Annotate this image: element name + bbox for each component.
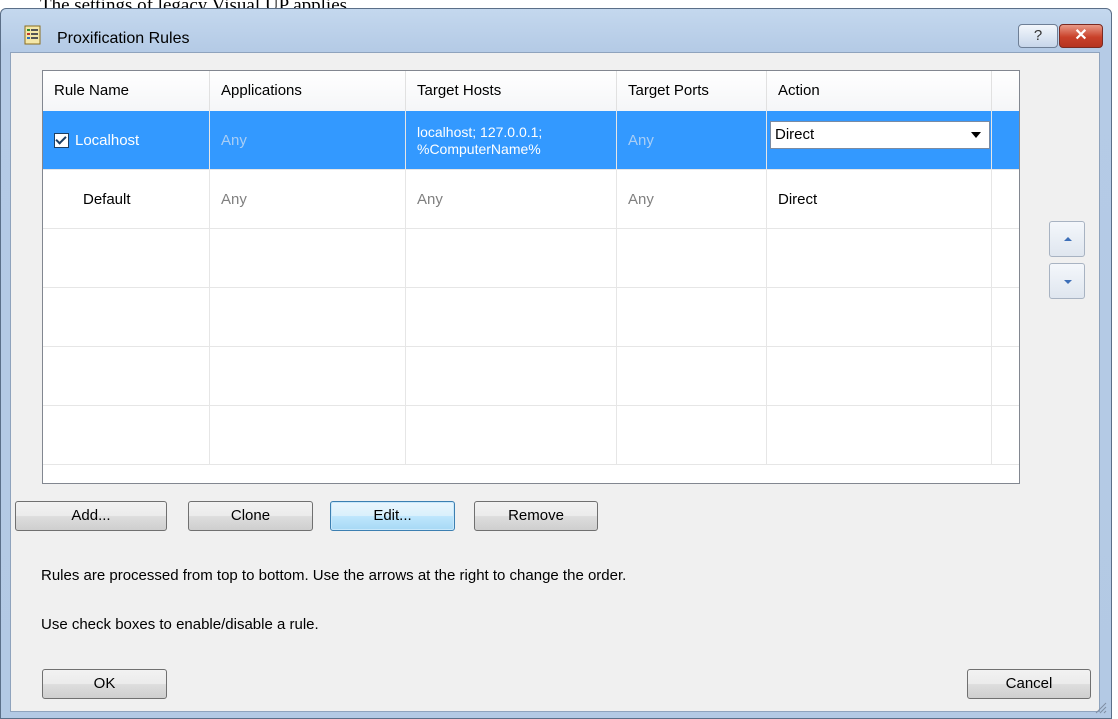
rules-table: Rule Name Applications Target Hosts Targ… — [42, 70, 1020, 484]
empty-cell — [406, 229, 617, 288]
table-header: Rule Name Applications Target Hosts Targ… — [43, 71, 1019, 112]
empty-row — [43, 406, 1019, 465]
empty-cell — [43, 229, 210, 288]
ok-button[interactable]: OK — [42, 669, 167, 699]
empty-cell — [406, 288, 617, 347]
empty-cell — [617, 347, 767, 406]
empty-cell — [617, 406, 767, 465]
empty-cell — [43, 288, 210, 347]
empty-cell — [210, 288, 406, 347]
empty-cell — [767, 347, 992, 406]
empty-cell — [406, 347, 617, 406]
target-ports-cell: Any — [617, 111, 767, 170]
window-title: Proxification Rules — [57, 30, 190, 47]
rules-list-icon — [24, 25, 41, 45]
edit-button[interactable]: Edit... — [330, 501, 455, 531]
help-button[interactable]: ? — [1018, 24, 1058, 48]
arrow-down-icon — [1064, 280, 1072, 284]
empty-row — [43, 347, 1019, 406]
cancel-button[interactable]: Cancel — [967, 669, 1091, 699]
empty-row — [43, 229, 1019, 288]
table-row[interactable]: Default Any Any Any Direct — [43, 170, 1019, 229]
action-dropdown-value: Direct — [775, 126, 815, 143]
rule-name-cell: Localhost — [43, 111, 210, 170]
empty-cell — [617, 288, 767, 347]
rule-name: Default — [43, 170, 210, 229]
action-cell: Direct — [767, 170, 992, 229]
applications-cell: Any — [210, 111, 406, 170]
rule-enabled-checkbox[interactable] — [54, 133, 69, 148]
applications-cell: Any — [210, 170, 406, 229]
empty-cell — [210, 406, 406, 465]
move-up-button[interactable] — [1049, 221, 1085, 257]
column-applications[interactable]: Applications — [210, 71, 406, 111]
empty-cell — [767, 406, 992, 465]
empty-cell — [767, 288, 992, 347]
empty-cell — [617, 229, 767, 288]
empty-cell — [210, 347, 406, 406]
empty-cell — [767, 229, 992, 288]
action-dropdown[interactable]: Direct — [770, 121, 990, 149]
table-row[interactable]: Localhost Any localhost; 127.0.0.1; %Com… — [43, 111, 1019, 170]
dialog-body: Rule Name Applications Target Hosts Targ… — [10, 52, 1100, 712]
move-down-button[interactable] — [1049, 263, 1085, 299]
target-hosts-cell: localhost; 127.0.0.1; %ComputerName% — [406, 111, 617, 170]
chevron-down-icon — [971, 132, 981, 138]
column-target-ports[interactable]: Target Ports — [617, 71, 767, 111]
target-ports-cell: Any — [617, 170, 767, 229]
info-order-text: Rules are processed from top to bottom. … — [41, 567, 627, 584]
empty-cell — [43, 406, 210, 465]
proxification-rules-window: Proxification Rules ? ✕ Rule Name Applic… — [0, 8, 1112, 719]
remove-button[interactable]: Remove — [474, 501, 598, 531]
add-button[interactable]: Add... — [15, 501, 167, 531]
target-hosts-line: %ComputerName% — [417, 140, 541, 157]
arrow-up-icon — [1064, 237, 1072, 241]
column-target-hosts[interactable]: Target Hosts — [406, 71, 617, 111]
clone-button[interactable]: Clone — [188, 501, 313, 531]
close-button[interactable]: ✕ — [1059, 24, 1103, 48]
target-hosts-cell: Any — [406, 170, 617, 229]
rule-name: Localhost — [75, 132, 140, 149]
column-action[interactable]: Action — [767, 71, 992, 111]
empty-cell — [406, 406, 617, 465]
empty-row — [43, 288, 1019, 347]
info-checkbox-text: Use check boxes to enable/disable a rule… — [41, 616, 319, 633]
target-hosts-line: localhost; 127.0.0.1; — [417, 123, 543, 140]
resize-grip-icon[interactable] — [1095, 702, 1107, 714]
column-rule-name[interactable]: Rule Name — [43, 71, 210, 111]
empty-cell — [43, 347, 210, 406]
empty-cell — [210, 229, 406, 288]
